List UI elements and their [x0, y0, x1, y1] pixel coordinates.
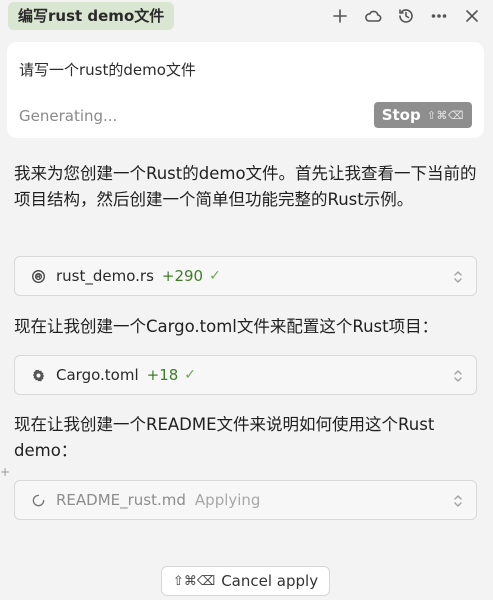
file-card-readme[interactable]: README_rust.md Applying [14, 480, 477, 520]
file-name: rust_demo.rs [56, 267, 154, 285]
file-name: README_rust.md [56, 491, 186, 509]
cancel-apply-button[interactable]: ⇧⌘⌫ Cancel apply [161, 566, 330, 596]
chevron-updown-icon[interactable] [452, 493, 464, 507]
check-icon: ✓ [209, 268, 221, 284]
file-name: Cargo.toml [56, 366, 139, 384]
stop-button[interactable]: Stop ⇧⌘⌫ [373, 102, 472, 128]
cancel-apply-label: Cancel apply [221, 572, 319, 590]
header-actions [329, 5, 483, 27]
gear-icon [30, 367, 46, 383]
stop-shortcut: ⇧⌘⌫ [426, 108, 464, 122]
loading-icon [30, 492, 46, 508]
more-icon[interactable] [428, 5, 450, 27]
check-icon: ✓ [184, 367, 197, 383]
chat-panel: 编写rust demo文件 请写一个rust的demo文件 Generating… [0, 0, 493, 600]
chevron-updown-icon[interactable] [452, 269, 464, 283]
diff-count: +290 [161, 267, 204, 285]
rust-icon [30, 268, 46, 284]
chevron-updown-icon[interactable] [452, 368, 464, 382]
applying-status: Applying [194, 491, 261, 509]
generating-status: Generating... [19, 107, 118, 125]
side-plus-marker[interactable]: + [0, 465, 10, 479]
stop-button-label: Stop [381, 106, 421, 124]
close-icon[interactable] [461, 5, 483, 27]
diff-count: +18 [146, 366, 179, 384]
assistant-message: 我来为您创建一个Rust的demo文件。首先让我查看一下当前的项目结构，然后创建… [14, 164, 477, 209]
user-prompt-text: 请写一个rust的demo文件 [19, 61, 196, 79]
cloud-icon[interactable] [362, 5, 384, 27]
plus-icon[interactable] [329, 5, 351, 27]
file-card-rust-demo[interactable]: rust_demo.rs +290 ✓ [14, 256, 477, 296]
prompt-card: 请写一个rust的demo文件 Generating... Stop ⇧⌘⌫ [7, 42, 484, 138]
conversation-title-tab[interactable]: 编写rust demo文件 [8, 2, 175, 30]
history-icon[interactable] [395, 5, 417, 27]
cancel-shortcut: ⇧⌘⌫ [172, 573, 216, 589]
assistant-message: 现在让我创建一个Cargo.toml文件来配置这个Rust项目： [14, 317, 439, 336]
file-card-cargo-toml[interactable]: Cargo.toml +18 ✓ [14, 355, 477, 395]
header: 编写rust demo文件 [0, 0, 493, 34]
assistant-message: 现在让我创建一个README文件来说明如何使用这个Rust demo： [14, 415, 435, 460]
